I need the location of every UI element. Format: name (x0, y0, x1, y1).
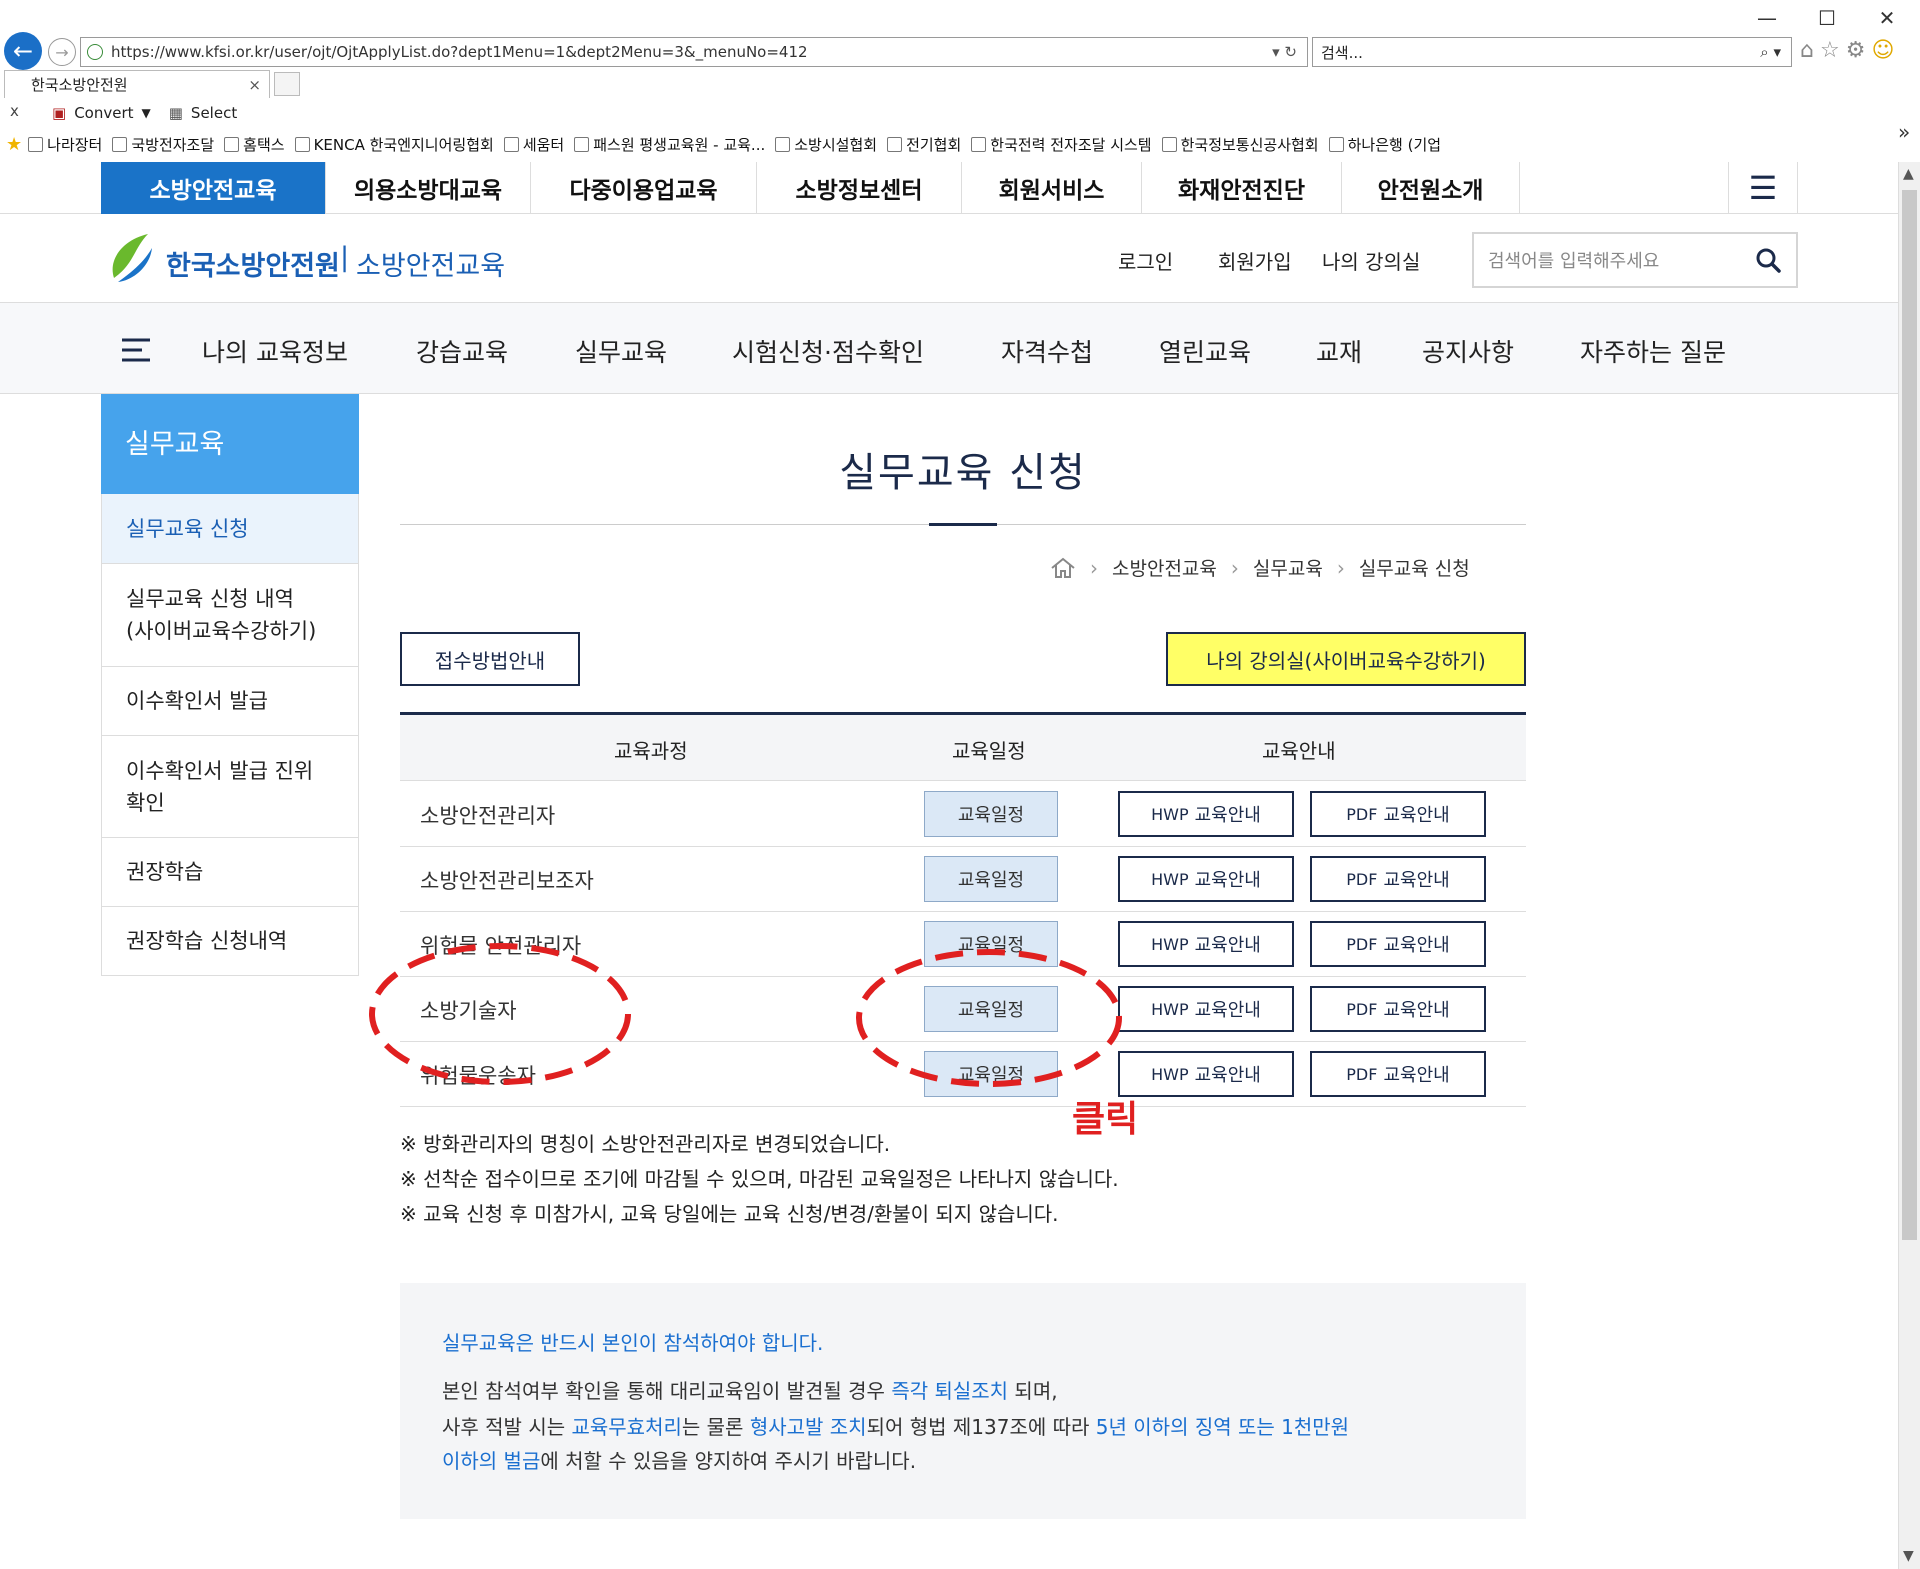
attendance-info-box: 실무교육은 반드시 본인이 참석하여야 합니다. 본인 참석여부 확인을 통해 … (400, 1283, 1526, 1519)
page-scrollbar[interactable]: ▲ ▼ (1898, 162, 1920, 1569)
annotation-ellipse-schedule (856, 949, 1122, 1087)
annotation-click-label: 클릭 (1072, 1099, 1139, 1140)
scrollbar-thumb[interactable] (1902, 190, 1917, 1240)
info-line-1: 본인 참석여부 확인을 통해 대리교육임이 발견될 경우 즉각 퇴실조치 되며, (442, 1379, 1058, 1403)
notice-line: ※ 선착순 접수이므로 조기에 마감될 수 있으며, 마감된 교육일정은 나타나… (400, 1167, 1119, 1191)
scroll-up-icon[interactable]: ▲ (1903, 166, 1914, 182)
notice-line: ※ 교육 신청 후 미참가시, 교육 당일에는 교육 신청/변경/환불이 되지 … (400, 1202, 1059, 1226)
scroll-down-icon[interactable]: ▼ (1903, 1548, 1914, 1564)
annotation-ellipse-course (369, 943, 631, 1085)
notice-line: ※ 방화관리자의 명칭이 소방안전관리자로 변경되었습니다. (400, 1132, 891, 1156)
info-line-2: 사후 적발 시는 교육무효처리는 물론 형사고발 조치되어 형법 제137조에 … (442, 1415, 1350, 1439)
info-title: 실무교육은 반드시 본인이 참석하여야 합니다. (442, 1331, 824, 1355)
info-line-3: 이하의 벌금에 처할 수 있음을 양지하여 주시기 바랍니다. (442, 1449, 917, 1473)
